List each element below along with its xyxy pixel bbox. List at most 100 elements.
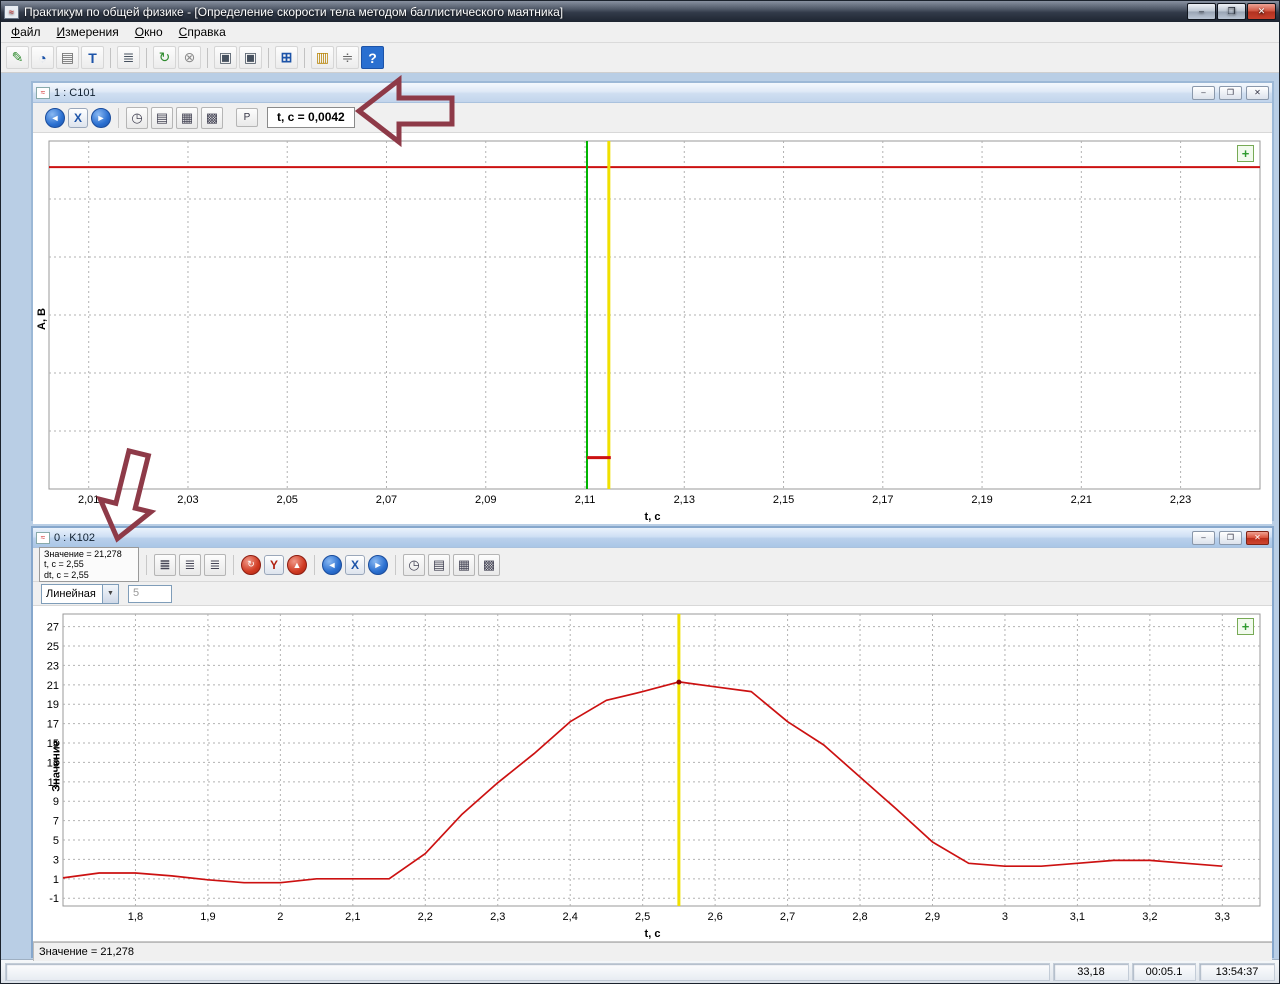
svg-text:3,1: 3,1	[1070, 911, 1085, 923]
scroll-right-icon[interactable]: ►	[368, 555, 388, 575]
table-view-icon[interactable]: ▦	[453, 554, 475, 576]
c101-close-button[interactable]: ✕	[1246, 86, 1269, 100]
status-bar: 33,18 00:05.1 13:54:37	[1, 959, 1279, 983]
chevron-down-icon[interactable]: ▼	[102, 585, 118, 603]
points-input[interactable]: 5	[128, 585, 172, 603]
c101-minimize-button[interactable]: –	[1192, 86, 1215, 100]
svg-text:2,15: 2,15	[773, 494, 794, 506]
svg-text:2,23: 2,23	[1170, 494, 1191, 506]
table-view-icon[interactable]: ▦	[176, 107, 198, 129]
chart-window-icon: ≈	[36, 532, 50, 544]
timer-icon[interactable]: ◷	[403, 554, 425, 576]
svg-text:1,8: 1,8	[128, 911, 143, 923]
reset-x-scale-button[interactable]: X	[345, 555, 365, 575]
c101-y-axis-label: А, В	[36, 308, 48, 330]
scroll-right-icon[interactable]: ►	[91, 108, 111, 128]
mdi-area: ≈ 1 : C101 – ❐ ✕ ◄ X ► ◷ ▤ ▦ ▩ P t, c = …	[1, 73, 1279, 959]
menu-file[interactable]: Файл	[3, 22, 49, 42]
svg-text:7: 7	[53, 816, 59, 828]
svg-text:2,01: 2,01	[78, 494, 99, 506]
interpolation-select[interactable]: Линейная ▼	[41, 584, 119, 604]
toolbar-separator	[268, 48, 269, 68]
green-list-icon[interactable]: ≣	[179, 554, 201, 576]
maximize-button[interactable]: ❐	[1217, 3, 1246, 20]
scroll-left-icon[interactable]: ◄	[45, 108, 65, 128]
main-toolbar: ✎ ◔ ▤ T ≣ ↻ ⊗ ▣ ▣ ⊞ ▥ ≑ ?	[1, 43, 1279, 73]
k102-options-row: Линейная ▼ 5	[33, 582, 1272, 606]
menu-help[interactable]: Справка	[171, 22, 234, 42]
c101-maximize-button[interactable]: ❐	[1219, 86, 1242, 100]
toolbar-separator	[146, 48, 147, 68]
scroll-left-icon[interactable]: ◄	[322, 555, 342, 575]
c101-chart-area[interactable]: 2,012,032,052,072,092,112,132,152,172,19…	[33, 133, 1272, 524]
k102-minimize-button[interactable]: –	[1192, 531, 1215, 545]
k102-y-axis-label: Значение	[51, 740, 63, 791]
timer-icon[interactable]: ◷	[126, 107, 148, 129]
k102-chart-area[interactable]: 1,81,922,12,22,32,42,52,62,72,82,933,13,…	[33, 606, 1272, 941]
minimize-button[interactable]: –	[1187, 3, 1216, 20]
camera-icon[interactable]: ▣	[214, 46, 237, 69]
red-list-icon[interactable]: ≣	[204, 554, 226, 576]
reset-y-scale-button[interactable]: Y	[264, 555, 284, 575]
globe-icon[interactable]: ◔	[31, 46, 54, 69]
experiment-tree-icon[interactable]: ⊞	[275, 46, 298, 69]
window-k102: ≈ 0 : K102 – ❐ ✕ Значение = 21,278 t, c …	[31, 526, 1274, 958]
title-bar[interactable]: ≈ Практикум по общей физике - [Определен…	[1, 1, 1279, 22]
close-button[interactable]: ✕	[1247, 3, 1276, 20]
list-view-icon[interactable]: ≣	[154, 554, 176, 576]
window-c101: ≈ 1 : C101 – ❐ ✕ ◄ X ► ◷ ▤ ▦ ▩ P t, c = …	[31, 81, 1274, 521]
svg-text:3,2: 3,2	[1142, 911, 1157, 923]
c101-plot[interactable]: 2,012,032,052,072,092,112,132,152,172,19…	[33, 133, 1272, 519]
chart-window-icon: ≈	[36, 87, 50, 99]
value-info-display: Значение = 21,278 t, c = 2,55 dt, c = 2,…	[39, 547, 139, 583]
toolbar-separator	[207, 48, 208, 68]
export-protocol-icon[interactable]: ▤	[56, 46, 79, 69]
svg-text:2,8: 2,8	[852, 911, 867, 923]
svg-text:2,6: 2,6	[707, 911, 722, 923]
k102-title-bar[interactable]: ≈ 0 : K102 – ❐ ✕	[33, 528, 1272, 548]
labels-icon[interactable]: ▥	[311, 46, 334, 69]
toolbar-separator	[395, 555, 396, 575]
protocol-list-icon[interactable]: ≣	[117, 46, 140, 69]
k102-plot[interactable]: 1,81,922,12,22,32,42,52,62,72,82,933,13,…	[33, 606, 1272, 936]
reset-x-scale-button[interactable]: X	[68, 108, 88, 128]
chart-view-icon[interactable]: ▩	[201, 107, 223, 129]
k102-maximize-button[interactable]: ❐	[1219, 531, 1242, 545]
application-window: ≈ Практикум по общей физике - [Определен…	[0, 0, 1280, 984]
svg-text:21: 21	[47, 680, 59, 692]
svg-text:2,9: 2,9	[925, 911, 940, 923]
brush-icon[interactable]: ✎	[6, 46, 29, 69]
value-line: Значение = 21,278	[44, 549, 134, 560]
status-main-cell	[5, 963, 1050, 981]
p-button[interactable]: P	[236, 108, 258, 127]
svg-text:3: 3	[1002, 911, 1008, 923]
svg-text:2,4: 2,4	[563, 911, 578, 923]
svg-text:2,13: 2,13	[674, 494, 695, 506]
toolbar-separator	[314, 555, 315, 575]
c101-title-bar[interactable]: ≈ 1 : C101 – ❐ ✕	[33, 83, 1272, 103]
c101-title: 1 : C101	[54, 87, 1188, 99]
k102-close-button[interactable]: ✕	[1246, 531, 1269, 545]
text-tool-icon[interactable]: T	[81, 46, 104, 69]
add-scale-button[interactable]: +	[1237, 145, 1254, 162]
reset-icon[interactable]: ↻	[241, 555, 261, 575]
chart-view-icon[interactable]: ▩	[478, 554, 500, 576]
svg-text:2,1: 2,1	[345, 911, 360, 923]
menu-measurements[interactable]: Измерения	[49, 22, 127, 42]
svg-text:2,21: 2,21	[1071, 494, 1092, 506]
svg-text:2,09: 2,09	[475, 494, 496, 506]
export-chart-icon[interactable]: ▤	[428, 554, 450, 576]
svg-text:5: 5	[53, 835, 59, 847]
status-elapsed-cell: 00:05.1	[1132, 963, 1196, 981]
start-measurement-icon[interactable]: ↻	[153, 46, 176, 69]
add-scale-button[interactable]: +	[1237, 618, 1254, 635]
toolbar-separator	[233, 555, 234, 575]
stop-measurement-icon[interactable]: ⊗	[178, 46, 201, 69]
sliders-icon[interactable]: ≑	[336, 46, 359, 69]
help-icon[interactable]: ?	[361, 46, 384, 69]
scroll-up-icon[interactable]: ▲	[287, 555, 307, 575]
svg-text:2,17: 2,17	[872, 494, 893, 506]
video-icon[interactable]: ▣	[239, 46, 262, 69]
menu-window[interactable]: Окно	[127, 22, 171, 42]
export-chart-icon[interactable]: ▤	[151, 107, 173, 129]
